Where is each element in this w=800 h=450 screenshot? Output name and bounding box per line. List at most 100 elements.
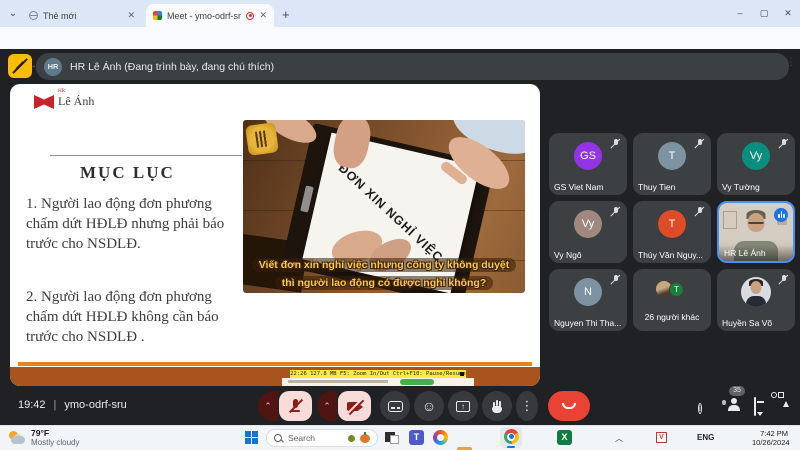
window-minimize-button[interactable]: –: [733, 6, 747, 20]
participant-tile[interactable]: Vy Vy Tường: [717, 133, 795, 195]
mic-mute-button[interactable]: [279, 391, 312, 421]
participant-tile[interactable]: T Thúy Văn Nguy...: [633, 201, 711, 263]
raise-hand-button[interactable]: [482, 391, 512, 421]
meeting-time: 19:42: [18, 399, 46, 411]
shared-screen[interactable]: HRLê Ánh MỤC LỤC 1. Người lao động đơn p…: [10, 84, 540, 386]
logo-text: HRLê Ánh: [58, 94, 94, 109]
camera-control-group: ⌃: [317, 391, 371, 421]
participant-name: Thuy Tien: [638, 182, 707, 192]
participant-overflow-tile[interactable]: T 26 người khác: [633, 269, 711, 331]
presenter-avatar: HR: [44, 58, 62, 76]
copilot-icon[interactable]: [433, 430, 448, 445]
participant-tile[interactable]: N Nguyen Thi Tha...: [549, 269, 627, 331]
participant-tile[interactable]: GS GS Viet Nam: [549, 133, 627, 195]
mic-off-icon: [778, 274, 789, 285]
task-view-button[interactable]: [385, 430, 400, 445]
hand-icon: [491, 400, 503, 413]
mic-options-chevron[interactable]: ⌃: [258, 391, 278, 421]
annotation-toggle-button[interactable]: [8, 54, 32, 78]
tab-label: Thẻ mới: [43, 11, 122, 21]
present-icon: ↑: [456, 401, 470, 412]
globe-icon: [29, 11, 38, 20]
more-options-button[interactable]: ⋮: [516, 391, 538, 421]
present-button[interactable]: ↑: [448, 391, 478, 421]
phone-down-icon: [562, 403, 576, 409]
presenter-banner-text: HR Lê Ánh (Đang trình bày, đang chú thíc…: [70, 61, 274, 73]
camera-off-button[interactable]: [338, 391, 371, 421]
olive-icon: [348, 435, 355, 442]
slide-divider: [50, 155, 242, 156]
taskbar-search[interactable]: Search: [266, 429, 378, 447]
meeting-info: 19:42 | ymo-odrf-sru: [18, 399, 127, 411]
mic-control-group: ⌃: [258, 391, 312, 421]
recorder-status-text: 22:26 127.8 MB F5: Zoom In/Out Ctrl+F10:…: [290, 370, 466, 378]
captions-button[interactable]: [380, 391, 410, 421]
tab-meet[interactable]: Meet - ymo-odrf-sru ✕: [146, 4, 274, 27]
participant-tile[interactable]: Vy Vy Ngô: [549, 201, 627, 263]
window-close-button[interactable]: ✕: [781, 6, 795, 20]
avatar: N: [574, 278, 602, 306]
search-label: Search: [288, 433, 343, 443]
browser-toolbar: ← → ⟳ meet.google.com/ymo-odrf-sru ☆ ⋮: [0, 27, 800, 49]
new-tab-button[interactable]: +: [282, 8, 290, 21]
mic-off-icon: [610, 138, 621, 149]
reactions-button[interactable]: ☺: [414, 391, 444, 421]
close-tab-icon[interactable]: ✕: [127, 10, 135, 21]
teams-icon[interactable]: T: [409, 430, 424, 445]
close-tab-icon[interactable]: ✕: [259, 10, 267, 21]
search-icon: [274, 434, 283, 443]
avatar: T: [658, 210, 686, 238]
meeting-code: ymo-odrf-sru: [64, 399, 126, 411]
avatar: Vy: [574, 210, 602, 238]
weather-widget[interactable]: 79°FMostly cloudy: [8, 428, 79, 447]
meet-favicon: [153, 11, 162, 20]
avatar: Vy: [742, 142, 770, 170]
tab-search-chevron-icon[interactable]: ⌄: [6, 7, 20, 21]
taskbar-clock[interactable]: 7:42 PM 10/26/2024: [752, 429, 788, 447]
slide-item-2: 2. Người lao động đơn phương chấm dứt HĐ…: [26, 288, 248, 347]
slide-title: MỤC LỤC: [80, 163, 175, 183]
participant-name: Huyền Sa Võ: [722, 318, 791, 328]
tab-new-tab-page[interactable]: Thẻ mới ✕: [22, 4, 142, 27]
photo-caption: Viết đơn xin nghỉ việc nhưng công ty khô…: [243, 255, 525, 291]
tab-label: Meet - ymo-odrf-sru: [167, 11, 241, 21]
overflow-count-label: 26 người khác: [633, 312, 711, 322]
weather-icon: [8, 430, 26, 446]
window-maximize-button[interactable]: ▢: [757, 6, 771, 20]
camera-options-chevron[interactable]: ⌃: [317, 391, 337, 421]
recording-indicator-icon: [246, 12, 254, 20]
participant-name: HR Lê Ánh: [724, 248, 789, 258]
file-explorer-icon[interactable]: [457, 445, 472, 450]
screen-recorder-overlay: 22:26 127.8 MB F5: Zoom In/Out Ctrl+F10:…: [282, 370, 474, 386]
chrome-icon-active[interactable]: [500, 427, 522, 448]
participant-name: GS Viet Nam: [554, 182, 623, 192]
mic-off-icon: [694, 206, 705, 217]
participant-tile[interactable]: Huyền Sa Võ: [717, 269, 795, 331]
participant-tile[interactable]: T Thuy Tien: [633, 133, 711, 195]
avatar-photo: [741, 277, 771, 307]
language-indicator[interactable]: ENG: [697, 433, 714, 442]
excel-icon[interactable]: X: [557, 430, 572, 445]
start-button[interactable]: [245, 431, 258, 444]
slide-item-1: 1. Người lao động đơn phương chấm dứt HĐ…: [26, 195, 248, 254]
mic-off-icon: [610, 274, 621, 285]
participant-tile-presenter-video[interactable]: HR Lê Ánh: [717, 201, 795, 263]
chat-button[interactable]: [754, 398, 756, 416]
weather-desc: Mostly cloudy: [31, 438, 79, 447]
mic-off-icon: [694, 138, 705, 149]
windows-taskbar: [0, 425, 800, 450]
tray-overflow-chevron[interactable]: ︿: [615, 433, 623, 444]
more-dots-icon: ⋮: [521, 398, 534, 414]
end-call-button[interactable]: [548, 391, 590, 421]
meeting-details-button[interactable]: i: [698, 398, 702, 416]
browser-tabstrip: ⌄ Thẻ mới ✕ Meet - ymo-odrf-sru ✕ + – ▢ …: [0, 0, 800, 27]
presenter-banner: HR HR Lê Ánh (Đang trình bày, đang chú t…: [36, 53, 789, 80]
avatar: GS: [574, 142, 602, 170]
info-icon: i: [698, 403, 702, 414]
participant-name: Vy Ngô: [554, 250, 623, 260]
slide-logo: HRLê Ánh: [34, 94, 94, 109]
mic-off-icon: [610, 206, 621, 217]
clock-date: 10/26/2024: [752, 438, 788, 447]
v-app-tray-icon[interactable]: V: [656, 432, 667, 443]
avatar: T: [658, 142, 686, 170]
